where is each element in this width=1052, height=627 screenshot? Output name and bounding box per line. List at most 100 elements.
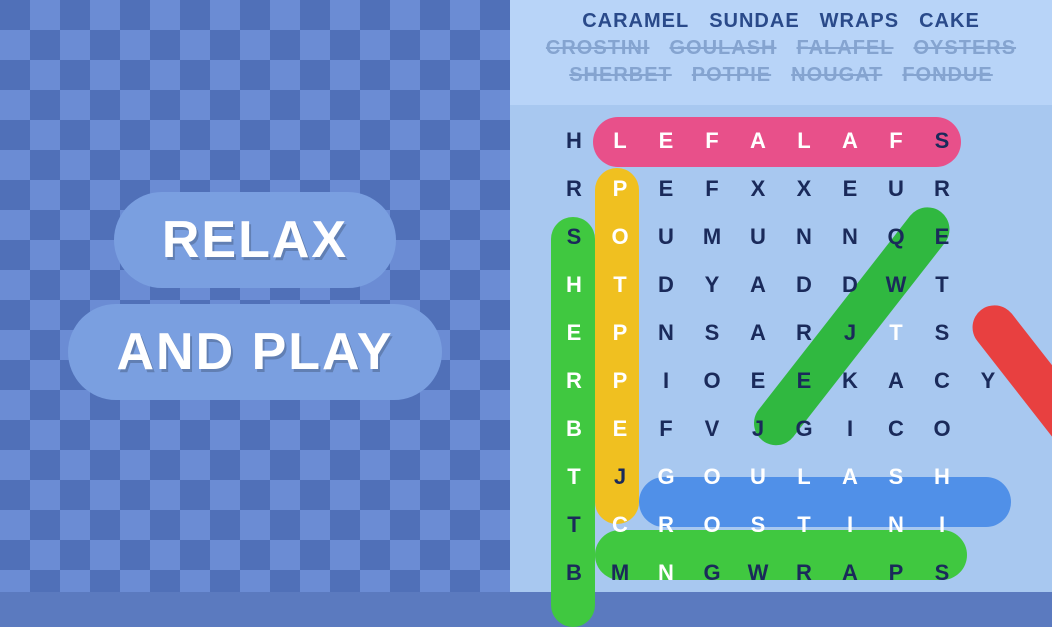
cell-3-4: A	[735, 259, 781, 311]
cell-8-7: N	[873, 499, 919, 551]
cell-4-0: E	[551, 307, 597, 359]
cell-2-4: U	[735, 211, 781, 263]
word-cake: CAKE	[919, 10, 980, 33]
cell-2-8: E	[919, 211, 965, 263]
word-wraps: WRAPS	[820, 10, 899, 33]
cell-1-0: R	[551, 163, 597, 215]
cell-4-5: R	[781, 307, 827, 359]
right-panel: CARAMEL SUNDAE WRAPS CAKE CROSTINI GOULA…	[510, 0, 1052, 592]
cell-4-7: T	[873, 307, 919, 359]
cell-6-9	[965, 403, 1011, 455]
cell-7-4: U	[735, 451, 781, 503]
cell-1-2: E	[643, 163, 689, 215]
grid-wrapper: H L E F A L A F S R P E F X X E U R	[551, 115, 1011, 595]
cell-5-9: Y	[965, 355, 1011, 407]
cell-3-0: H	[551, 259, 597, 311]
word-oysters: OYSTERS	[913, 37, 1016, 60]
cell-2-3: M	[689, 211, 735, 263]
word-crostini: CROSTINI	[546, 37, 650, 60]
cell-8-1: C	[597, 499, 643, 551]
cell-3-1: T	[597, 259, 643, 311]
cell-0-4: A	[735, 115, 781, 167]
cell-7-1: J	[597, 451, 643, 503]
cell-4-1: P	[597, 307, 643, 359]
relax-text: RELAX	[162, 210, 348, 270]
cell-9-0: B	[551, 547, 597, 599]
cell-1-5: X	[781, 163, 827, 215]
cell-7-6: A	[827, 451, 873, 503]
cell-0-3: F	[689, 115, 735, 167]
cell-9-1: M	[597, 547, 643, 599]
cell-4-9	[965, 307, 1011, 359]
cell-1-8: R	[919, 163, 965, 215]
cell-5-5: E	[781, 355, 827, 407]
cell-5-3: O	[689, 355, 735, 407]
cell-9-8: S	[919, 547, 965, 599]
cell-3-7: W	[873, 259, 919, 311]
cell-8-0: T	[551, 499, 597, 551]
word-caramel: CARAMEL	[582, 10, 689, 33]
cell-0-8: S	[919, 115, 965, 167]
cell-6-6: I	[827, 403, 873, 455]
cell-2-7: Q	[873, 211, 919, 263]
cell-7-9	[965, 451, 1011, 503]
word-sundae: SUNDAE	[709, 10, 799, 33]
cell-2-2: U	[643, 211, 689, 263]
cell-8-3: O	[689, 499, 735, 551]
cell-5-4: E	[735, 355, 781, 407]
cell-8-4: S	[735, 499, 781, 551]
cell-3-3: Y	[689, 259, 735, 311]
cell-5-7: A	[873, 355, 919, 407]
cell-7-5: L	[781, 451, 827, 503]
cell-4-6: J	[827, 307, 873, 359]
cell-0-7: F	[873, 115, 919, 167]
word-fondue: FONDUE	[902, 64, 992, 87]
cell-3-2: D	[643, 259, 689, 311]
cell-7-7: S	[873, 451, 919, 503]
cell-9-9	[965, 547, 1011, 599]
cell-6-0: B	[551, 403, 597, 455]
left-panel: RELAX AND PLAY	[0, 0, 510, 592]
cell-8-5: T	[781, 499, 827, 551]
word-list-area: CARAMEL SUNDAE WRAPS CAKE CROSTINI GOULA…	[510, 0, 1052, 105]
cell-2-6: N	[827, 211, 873, 263]
cell-4-3: S	[689, 307, 735, 359]
word-row-2: CROSTINI GOULASH FALAFEL OYSTERS	[526, 35, 1036, 62]
cell-9-6: A	[827, 547, 873, 599]
and-play-badge: AND PLAY	[68, 304, 441, 400]
cell-8-9	[965, 499, 1011, 551]
cell-1-1: P	[597, 163, 643, 215]
cell-5-0: R	[551, 355, 597, 407]
word-falafel: FALAFEL	[796, 37, 893, 60]
cell-1-3: F	[689, 163, 735, 215]
cell-6-7: C	[873, 403, 919, 455]
cell-0-2: E	[643, 115, 689, 167]
cell-5-2: I	[643, 355, 689, 407]
cell-9-2: N	[643, 547, 689, 599]
letter-grid: H L E F A L A F S R P E F X X E U R	[551, 115, 1011, 595]
cell-6-4: J	[735, 403, 781, 455]
cell-4-2: N	[643, 307, 689, 359]
cell-3-8: T	[919, 259, 965, 311]
cell-9-7: P	[873, 547, 919, 599]
cell-6-5: G	[781, 403, 827, 455]
cell-7-0: T	[551, 451, 597, 503]
cell-2-9	[965, 211, 1011, 263]
cell-7-2: G	[643, 451, 689, 503]
cell-0-6: A	[827, 115, 873, 167]
and-play-text: AND PLAY	[116, 322, 393, 382]
cell-6-2: F	[643, 403, 689, 455]
cell-1-4: X	[735, 163, 781, 215]
cell-0-1: L	[597, 115, 643, 167]
cell-6-3: V	[689, 403, 735, 455]
grid-area[interactable]: H L E F A L A F S R P E F X X E U R	[510, 105, 1052, 605]
cell-3-6: D	[827, 259, 873, 311]
cell-7-3: O	[689, 451, 735, 503]
cell-6-8: O	[919, 403, 965, 455]
word-goulash: GOULASH	[669, 37, 776, 60]
cell-3-9	[965, 259, 1011, 311]
cell-5-1: P	[597, 355, 643, 407]
word-potpie: POTPIE	[692, 64, 771, 87]
cell-9-3: G	[689, 547, 735, 599]
cell-7-8: H	[919, 451, 965, 503]
